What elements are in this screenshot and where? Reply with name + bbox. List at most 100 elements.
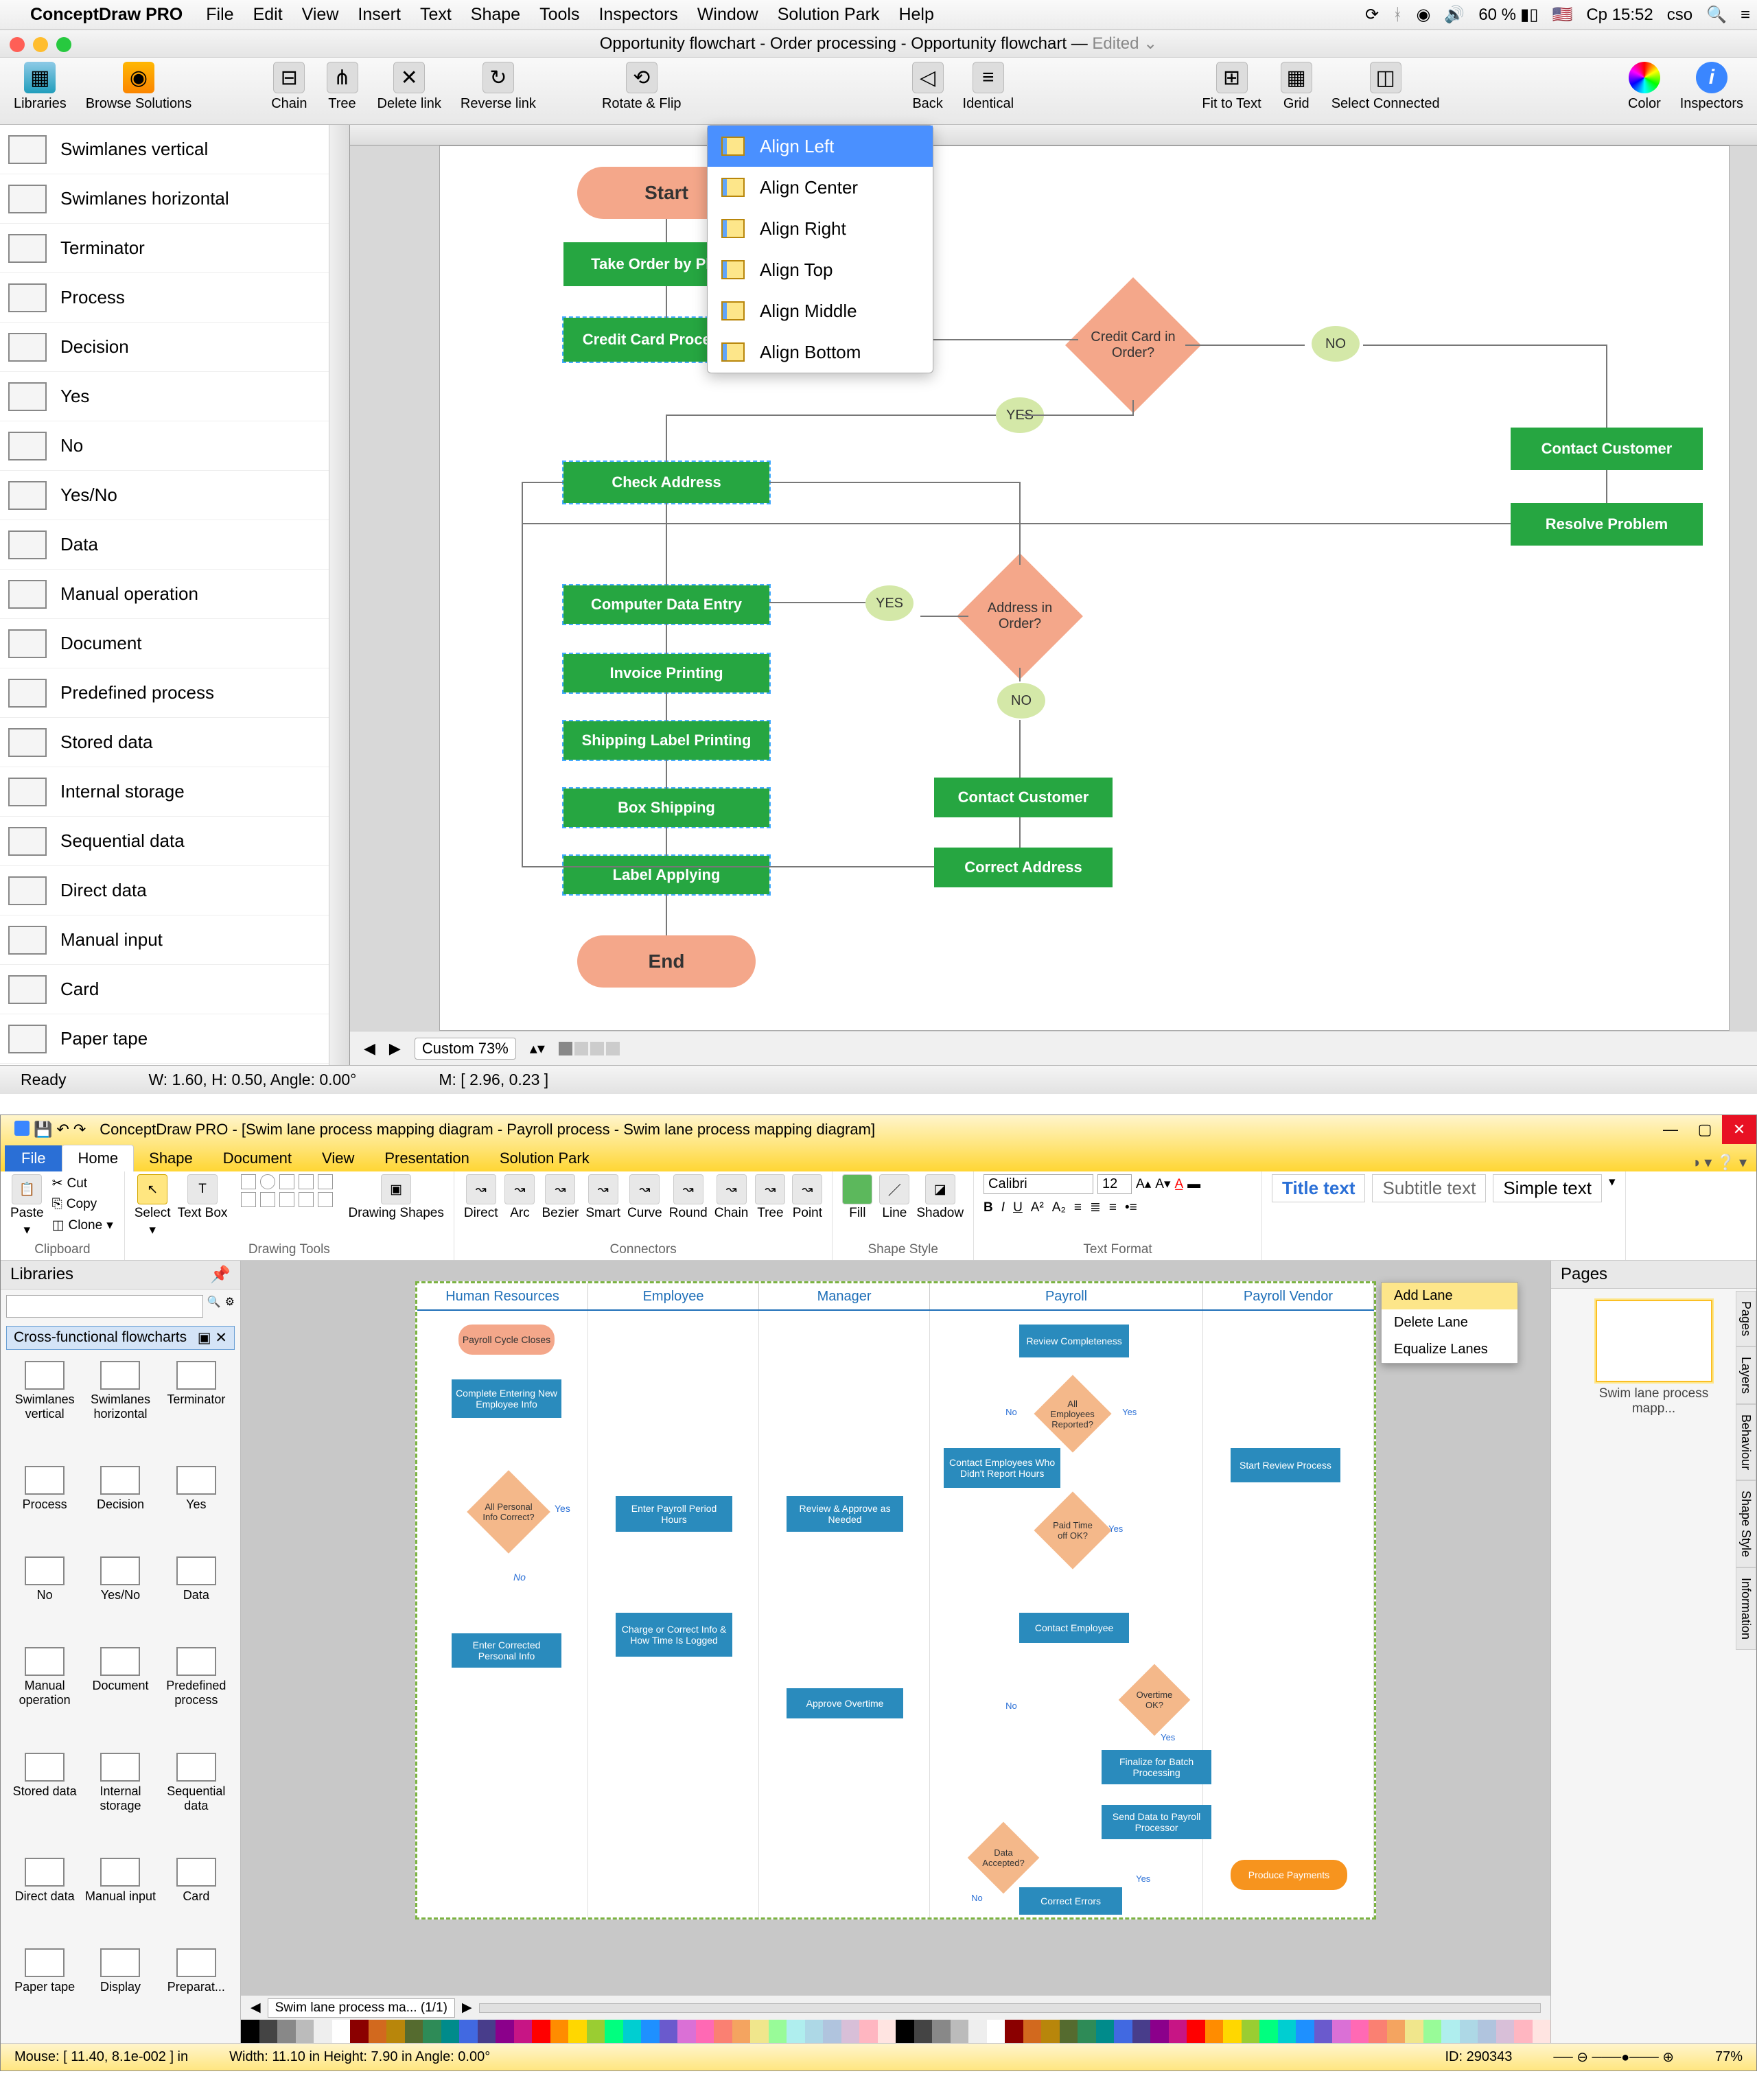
- side-tab-shape-style[interactable]: Shape Style: [1736, 1480, 1756, 1567]
- font-grow-icon[interactable]: A▴: [1136, 1176, 1151, 1192]
- shape-item[interactable]: Document: [0, 619, 329, 668]
- resolve-problem[interactable]: Resolve Problem: [1511, 503, 1703, 546]
- chain-button[interactable]: ⊟Chain: [271, 62, 307, 112]
- tab-view[interactable]: View: [307, 1145, 369, 1171]
- side-tab-layers[interactable]: Layers: [1736, 1346, 1756, 1404]
- identical-button[interactable]: ≡Identical: [963, 62, 1014, 112]
- correct-address[interactable]: Correct Address: [934, 848, 1113, 887]
- lane-payroll[interactable]: Payroll: [930, 1283, 1203, 1309]
- swimlane-page[interactable]: Human Resources Employee Manager Payroll…: [415, 1281, 1376, 1920]
- color-swatch[interactable]: [1150, 2020, 1169, 2043]
- subtitle-text-style[interactable]: Subtitle text: [1372, 1174, 1486, 1202]
- color-palette[interactable]: [241, 2020, 1550, 2043]
- align-left-icon[interactable]: ≡: [1074, 1200, 1082, 1215]
- reverse-link-button[interactable]: ↻Reverse link: [461, 62, 536, 112]
- bluetooth-icon[interactable]: ᚼ: [1393, 5, 1402, 25]
- lane-vendor[interactable]: Payroll Vendor: [1203, 1283, 1374, 1309]
- h-scrollbar[interactable]: [479, 2003, 1541, 2013]
- shape-item[interactable]: Swimlanes vertical: [0, 125, 329, 174]
- font-shrink-icon[interactable]: A▾: [1155, 1176, 1170, 1192]
- color-swatch[interactable]: [1041, 2020, 1060, 2043]
- enter-corrected[interactable]: Enter Corrected Personal Info: [452, 1633, 561, 1668]
- contact-customer-1[interactable]: Contact Customer: [934, 778, 1113, 817]
- tab-presentation[interactable]: Presentation: [369, 1145, 485, 1171]
- shape-item[interactable]: Internal storage: [0, 767, 329, 817]
- shape-item[interactable]: Yes: [0, 372, 329, 421]
- align-right[interactable]: Align Right: [708, 208, 933, 249]
- color-swatch[interactable]: [423, 2020, 441, 2043]
- shipping-label[interactable]: Shipping Label Printing: [563, 721, 769, 760]
- address-in-order-decision[interactable]: Address in Order?: [957, 553, 1083, 679]
- library-shape-item[interactable]: Preparat...: [161, 1948, 232, 2035]
- ctx-add-lane[interactable]: Add Lane: [1382, 1283, 1517, 1309]
- shadow-button[interactable]: ◪Shadow: [916, 1174, 964, 1221]
- color-swatch[interactable]: [1533, 2020, 1551, 2043]
- library-category[interactable]: Cross-functional flowcharts▣ ✕: [6, 1326, 235, 1350]
- shape-item[interactable]: Yes/No: [0, 471, 329, 520]
- color-swatch[interactable]: [914, 2020, 933, 2043]
- color-swatch[interactable]: [550, 2020, 569, 2043]
- color-swatch[interactable]: [1369, 2020, 1387, 2043]
- end-terminator[interactable]: End: [577, 935, 756, 988]
- scroll-left-icon[interactable]: ◀: [364, 1040, 375, 1058]
- align-bottom[interactable]: Align Bottom: [708, 331, 933, 373]
- menu-tools[interactable]: Tools: [539, 5, 579, 25]
- color-swatch[interactable]: [1259, 2020, 1278, 2043]
- libraries-panel[interactable]: Libraries📌 🔍 ⚙ Cross-functional flowchar…: [1, 1261, 241, 2043]
- library-shape-item[interactable]: Card: [161, 1858, 232, 1944]
- complete-entering[interactable]: Complete Entering New Employee Info: [452, 1379, 561, 1418]
- connector-bezier[interactable]: ↝Bezier: [542, 1174, 579, 1221]
- simple-text-style[interactable]: Simple text: [1493, 1174, 1602, 1202]
- color-swatch[interactable]: [660, 2020, 678, 2043]
- color-swatch[interactable]: [951, 2020, 969, 2043]
- library-shape-item[interactable]: Swimlanes vertical: [9, 1361, 80, 1462]
- user[interactable]: cso: [1667, 5, 1692, 25]
- color-swatch[interactable]: [750, 2020, 769, 2043]
- color-swatch[interactable]: [1114, 2020, 1132, 2043]
- underline-icon[interactable]: U: [1013, 1200, 1023, 1215]
- color-swatch[interactable]: [350, 2020, 369, 2043]
- color-swatch[interactable]: [1005, 2020, 1023, 2043]
- color-swatch[interactable]: [259, 2020, 278, 2043]
- textbox-tool[interactable]: TText Box: [178, 1174, 228, 1221]
- title-text-style[interactable]: Title text: [1272, 1174, 1365, 1202]
- color-swatch[interactable]: [859, 2020, 878, 2043]
- connector-point[interactable]: ↝Point: [792, 1174, 822, 1221]
- payroll-cycle-closes[interactable]: Payroll Cycle Closes: [458, 1325, 555, 1355]
- shape-item[interactable]: Direct data: [0, 866, 329, 915]
- color-swatch[interactable]: [277, 2020, 296, 2043]
- pages-panel[interactable]: Pages Swim lane process mapp...: [1550, 1261, 1756, 2043]
- shape-item[interactable]: Card: [0, 965, 329, 1014]
- color-swatch[interactable]: [677, 2020, 696, 2043]
- color-swatch[interactable]: [1441, 2020, 1460, 2043]
- drawing-canvas[interactable]: Start Take Order by Phone Credit Card Pr…: [439, 145, 1730, 1031]
- font-color-icon[interactable]: A̲: [1174, 1177, 1183, 1192]
- color-swatch[interactable]: [1405, 2020, 1423, 2043]
- minimize-button[interactable]: —: [1653, 1115, 1688, 1144]
- help-icon[interactable]: ◑ ▾ ❔ ▾: [1682, 1154, 1756, 1171]
- connector-round[interactable]: ↝Round: [669, 1174, 708, 1221]
- review-approve[interactable]: Review & Approve as Needed: [787, 1496, 903, 1532]
- ribbon-tabs[interactable]: File Home Shape Document View Presentati…: [1, 1144, 1756, 1171]
- shape-item[interactable]: Swimlanes horizontal: [0, 174, 329, 224]
- color-swatch[interactable]: [769, 2020, 787, 2043]
- zoom-selector[interactable]: Custom 73%: [415, 1038, 516, 1060]
- color-swatch[interactable]: [1169, 2020, 1187, 2043]
- send-data[interactable]: Send Data to Payroll Processor: [1102, 1805, 1211, 1839]
- styles-more-icon[interactable]: ▾: [1609, 1174, 1616, 1190]
- library-shape-item[interactable]: Document: [84, 1647, 156, 1748]
- library-shape-item[interactable]: Yes/No: [84, 1556, 156, 1643]
- menu-help[interactable]: Help: [898, 5, 933, 25]
- highlight-icon[interactable]: ▬: [1187, 1177, 1200, 1192]
- side-tab-pages[interactable]: Pages: [1736, 1291, 1756, 1346]
- color-swatch[interactable]: [241, 2020, 259, 2043]
- color-swatch[interactable]: [1023, 2020, 1042, 2043]
- library-shape-item[interactable]: Display: [84, 1948, 156, 2035]
- font-size[interactable]: [1097, 1174, 1132, 1194]
- rotate-flip-button[interactable]: ⟲Rotate & Flip: [602, 62, 682, 112]
- contact-employee[interactable]: Contact Employee: [1019, 1613, 1129, 1643]
- tree-button[interactable]: ⋔Tree: [327, 62, 358, 112]
- produce-payments[interactable]: Produce Payments: [1231, 1860, 1347, 1890]
- library-shape-item[interactable]: Internal storage: [84, 1753, 156, 1854]
- color-swatch[interactable]: [568, 2020, 587, 2043]
